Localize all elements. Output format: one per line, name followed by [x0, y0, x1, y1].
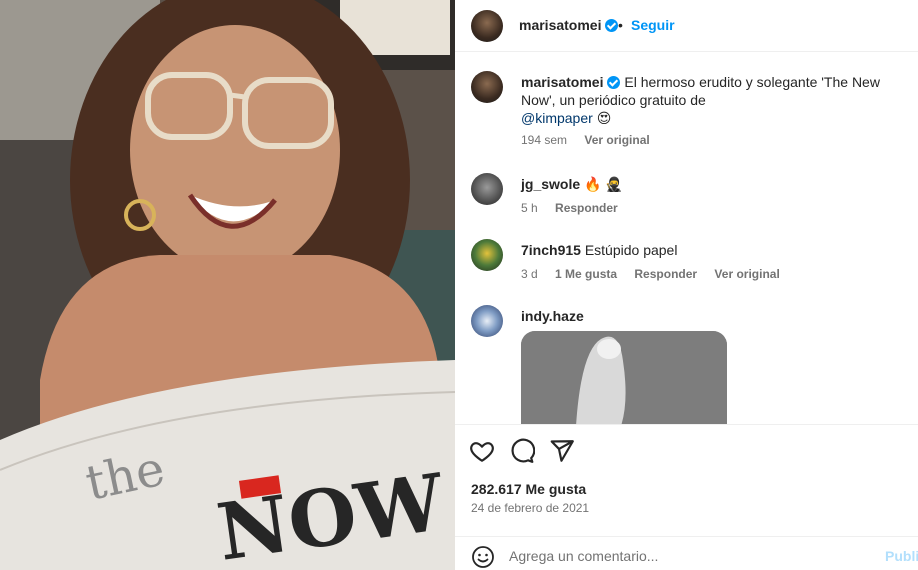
caption-age[interactable]: 194 sem	[521, 133, 567, 147]
likes-count[interactable]: 282.617 Me gusta	[471, 481, 586, 497]
separator-dot: •	[618, 17, 623, 33]
author-username[interactable]: marisatomei	[519, 17, 601, 33]
comment-age[interactable]: 5 h	[521, 201, 538, 215]
caption-mention-link[interactable]: @kimpaper	[521, 110, 593, 126]
comment-age[interactable]: 3 d	[521, 267, 538, 281]
caption-emoji: 😍	[596, 110, 612, 126]
paper-plane-icon[interactable]	[549, 438, 575, 464]
comment-body: 7inch915 Estúpido papel	[521, 241, 911, 259]
comment-text: Estúpido papel	[584, 242, 678, 258]
comment-body: jg_swole 🔥 🥷	[521, 175, 911, 193]
post-image[interactable]: the NOW	[0, 0, 455, 570]
post-side-panel: marisatomei • Seguir marisatomei El herm…	[455, 0, 918, 570]
emoji-smile-icon[interactable]	[471, 545, 495, 569]
commenter-avatar[interactable]	[471, 173, 503, 205]
post-header: marisatomei • Seguir	[455, 0, 918, 52]
gif-illustration	[521, 331, 727, 424]
heart-icon[interactable]	[469, 438, 495, 464]
comments-list[interactable]: marisatomei El hermoso erudito y solegan…	[455, 53, 918, 424]
comment-text: 🔥 🥷	[584, 176, 623, 192]
comment-composer: Publi	[455, 536, 918, 570]
comment-username[interactable]: indy.haze	[521, 308, 584, 324]
comment-reply-button[interactable]: Responder	[634, 267, 697, 281]
follow-button[interactable]: Seguir	[631, 17, 675, 33]
comment-reply-button[interactable]: Responder	[555, 201, 618, 215]
comment-body: indy.haze	[521, 307, 911, 325]
caption-body: marisatomei El hermoso erudito y solegan…	[521, 73, 911, 127]
post-date[interactable]: 24 de febrero de 2021	[471, 501, 589, 515]
comment-gif-image[interactable]	[521, 331, 727, 424]
verified-badge-icon	[605, 19, 619, 32]
comment-meta: 5 h Responder	[521, 201, 632, 215]
caption-username[interactable]: marisatomei	[521, 74, 603, 90]
comment-username[interactable]: 7inch915	[521, 242, 581, 258]
post-photo-illustration: the NOW	[0, 0, 455, 570]
caption-avatar[interactable]	[471, 71, 503, 103]
commenter-avatar[interactable]	[471, 305, 503, 337]
comment-bubble-icon[interactable]	[509, 438, 536, 464]
actions-divider	[455, 424, 918, 425]
caption-meta: 194 sem Ver original	[521, 133, 664, 147]
comment-meta: 3 d 1 Me gusta Responder Ver original	[521, 267, 794, 281]
comment-likes-count[interactable]: 1 Me gusta	[555, 267, 617, 281]
comment-input[interactable]	[509, 545, 869, 567]
author-avatar[interactable]	[471, 10, 503, 42]
verified-badge-icon	[607, 76, 621, 89]
caption-see-original-button[interactable]: Ver original	[584, 133, 649, 147]
comment-see-original-button[interactable]: Ver original	[714, 267, 779, 281]
commenter-avatar[interactable]	[471, 239, 503, 271]
publish-button[interactable]: Publi	[885, 548, 918, 564]
comment-username[interactable]: jg_swole	[521, 176, 580, 192]
author-username-wrap[interactable]: marisatomei	[519, 17, 619, 33]
